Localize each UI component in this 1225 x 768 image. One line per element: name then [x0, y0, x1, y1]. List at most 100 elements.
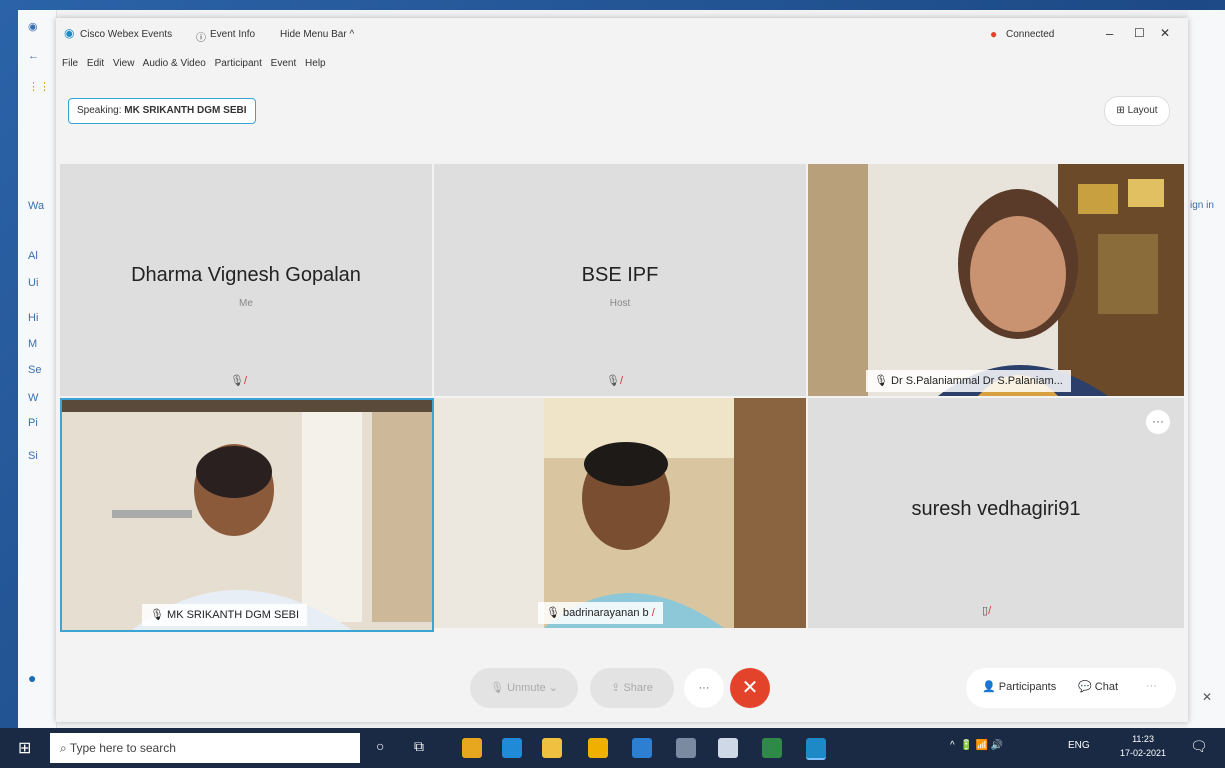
- participant-name: badrinarayanan b: [563, 607, 649, 619]
- menu-view[interactable]: View: [113, 58, 135, 69]
- mic-icon: 🎙: [874, 375, 892, 387]
- participant-role: Me: [239, 298, 253, 309]
- participant-role: Host: [609, 298, 631, 309]
- participant-name: suresh vedhagiri91: [911, 498, 1081, 520]
- speaking-indicator: Speaking: MK SRIKANTH DGM SEBI: [68, 98, 256, 124]
- participant-video-feed: [808, 164, 1184, 396]
- participant-name: Dr S.Palaniammal Dr S.Palaniam...: [891, 375, 1063, 387]
- menu-help[interactable]: Help: [305, 58, 326, 69]
- maximize-button[interactable]: ☐: [1134, 26, 1145, 40]
- minimize-button[interactable]: –: [1106, 26, 1113, 41]
- clock-time: 11:23: [1132, 734, 1154, 744]
- sidebar-item[interactable]: Ui: [28, 277, 38, 289]
- layout-label: Layout: [1127, 105, 1158, 116]
- explorer-taskbar-icon[interactable]: [588, 738, 608, 758]
- meeting-toolbar: 🎙 Unmute ⌄ ⇪ Share ··· ✕ 👤 Participants …: [56, 658, 1188, 722]
- back-arrow-icon[interactable]: ←: [28, 50, 39, 62]
- video-tile-suresh[interactable]: ··· suresh vedhagiri91 ▯/: [808, 398, 1184, 628]
- edge-taskbar-icon[interactable]: [502, 738, 522, 758]
- chrome-icon[interactable]: ●: [28, 670, 36, 686]
- end-call-button[interactable]: ✕: [730, 668, 770, 708]
- participant-name: BSE IPF: [581, 264, 659, 286]
- close-button[interactable]: ✕: [1160, 26, 1170, 40]
- video-tile-bse-ipf[interactable]: BSE IPF Host 🎙/: [434, 164, 806, 396]
- video-tile-badrinarayanan[interactable]: 🎙 badrinarayanan b /: [434, 398, 806, 628]
- sidebar-item[interactable]: Al: [28, 250, 38, 262]
- unmute-label: Unmute: [507, 682, 546, 694]
- sign-in-link[interactable]: ign in: [1190, 200, 1214, 211]
- browser-tab-icon[interactable]: ◉: [28, 20, 38, 33]
- language-indicator[interactable]: ENG: [1068, 740, 1090, 751]
- muted-mic-icon: 🎙/: [230, 375, 248, 387]
- participant-name: MK SRIKANTH DGM SEBI: [167, 609, 300, 621]
- windows-start-icon[interactable]: ⊞: [18, 738, 31, 758]
- sidebar-item[interactable]: Pi: [28, 417, 38, 429]
- speaking-name: MK SRIKANTH DGM SEBI: [124, 105, 247, 116]
- more-button[interactable]: ···: [684, 668, 724, 708]
- mic-icon: 🎙: [546, 607, 564, 619]
- participant-label: 🎙 Dr S.Palaniammal Dr S.Palaniam...: [866, 370, 1071, 392]
- muted-mic-icon: ▯/: [982, 605, 992, 617]
- app-taskbar-icon[interactable]: [676, 738, 696, 758]
- participants-button[interactable]: 👤 Participants: [982, 680, 1056, 693]
- participant-label: 🎙 MK SRIKANTH DGM SEBI: [142, 604, 308, 626]
- mic-icon: 🎙: [150, 609, 168, 621]
- menu-event[interactable]: Event: [271, 58, 297, 69]
- browser-sidebar: ◉ ← ⋮⋮ Wa Al Ui Hi M Se W Pi Si ●: [18, 10, 57, 728]
- share-button[interactable]: ⇪ Share: [590, 668, 674, 708]
- menu-bar: File Edit View Audio & Video Participant…: [56, 58, 332, 69]
- participant-label: 🎙 badrinarayanan b /: [538, 602, 663, 624]
- share-icon: ⇪: [611, 682, 624, 694]
- menu-file[interactable]: File: [62, 58, 78, 69]
- clock-date: 17-02-2021: [1120, 748, 1167, 758]
- hide-menu-bar-button[interactable]: Hide Menu Bar ^: [280, 29, 354, 40]
- speaking-prefix: Speaking:: [77, 105, 122, 116]
- video-tile-dharma[interactable]: Dharma Vignesh Gopalan Me 🎙/: [60, 164, 432, 396]
- sidebar-item[interactable]: M: [28, 338, 37, 350]
- layout-button[interactable]: ⊞ Layout: [1104, 96, 1170, 126]
- cortana-icon[interactable]: ○: [376, 738, 384, 754]
- participants-label: Participants: [998, 681, 1057, 693]
- menu-edit[interactable]: Edit: [87, 58, 104, 69]
- mic-icon: 🎙: [490, 682, 508, 694]
- app-title: Cisco Webex Events: [80, 29, 173, 40]
- mail-taskbar-icon[interactable]: [632, 738, 652, 758]
- sidebar-item[interactable]: W: [28, 392, 38, 404]
- menu-participant[interactable]: Participant: [215, 58, 262, 69]
- video-tile-srikanth[interactable]: 🎙 MK SRIKANTH DGM SEBI: [60, 398, 434, 632]
- search-placeholder: Type here to search: [69, 741, 176, 755]
- apps-icon[interactable]: ⋮⋮: [28, 80, 50, 93]
- menu-audio-video[interactable]: Audio & Video: [143, 58, 206, 69]
- search-icon: ⌕: [60, 741, 70, 755]
- webex-logo-icon: ◉: [64, 26, 75, 40]
- sidebar-item[interactable]: Se: [28, 364, 41, 376]
- participants-icon: 👤: [982, 681, 999, 693]
- event-info-button[interactable]: Event Info: [210, 29, 255, 40]
- sidebar-item[interactable]: Wa: [28, 200, 44, 212]
- video-tile-palaniammal[interactable]: 🎙 Dr S.Palaniammal Dr S.Palaniam...: [808, 164, 1184, 396]
- webex-taskbar-icon[interactable]: [806, 738, 826, 760]
- store-taskbar-icon[interactable]: [542, 738, 562, 758]
- chat-button[interactable]: 💬 Chat: [1078, 680, 1118, 693]
- connected-status[interactable]: Connected: [1006, 29, 1054, 40]
- chrome-taskbar-icon[interactable]: [462, 738, 482, 758]
- event-info-icon[interactable]: ⓘ: [196, 29, 206, 44]
- taskbar-clock[interactable]: 11:23 17-02-2021: [1120, 732, 1166, 760]
- system-tray-icons[interactable]: ^ 🔋 📶 🔊: [950, 740, 1003, 751]
- title-bar: ◉ Cisco Webex Events ⓘ Event Info Hide M…: [56, 18, 1188, 52]
- more-options-icon[interactable]: ···: [1146, 410, 1170, 434]
- paint-taskbar-icon[interactable]: [718, 738, 738, 758]
- close-icon[interactable]: ✕: [1202, 690, 1212, 704]
- chat-label: Chat: [1094, 681, 1119, 693]
- participant-video-feed: [434, 398, 806, 628]
- windows-taskbar: ⊞ ⌕ Type here to search ○ ⧉ ^ 🔋 📶 🔊 ENG …: [0, 728, 1225, 768]
- sidebar-item[interactable]: Si: [28, 450, 38, 462]
- excel-taskbar-icon[interactable]: [762, 738, 782, 758]
- notifications-icon[interactable]: 🗨: [1190, 738, 1208, 755]
- muted-mic-icon: 🎙/: [606, 375, 624, 387]
- sidebar-item[interactable]: Hi: [28, 312, 38, 324]
- unmute-button[interactable]: 🎙 Unmute ⌄: [470, 668, 578, 708]
- more-panels-icon[interactable]: ···: [1146, 680, 1157, 692]
- task-view-icon[interactable]: ⧉: [414, 738, 424, 755]
- taskbar-search[interactable]: ⌕ Type here to search: [50, 733, 360, 763]
